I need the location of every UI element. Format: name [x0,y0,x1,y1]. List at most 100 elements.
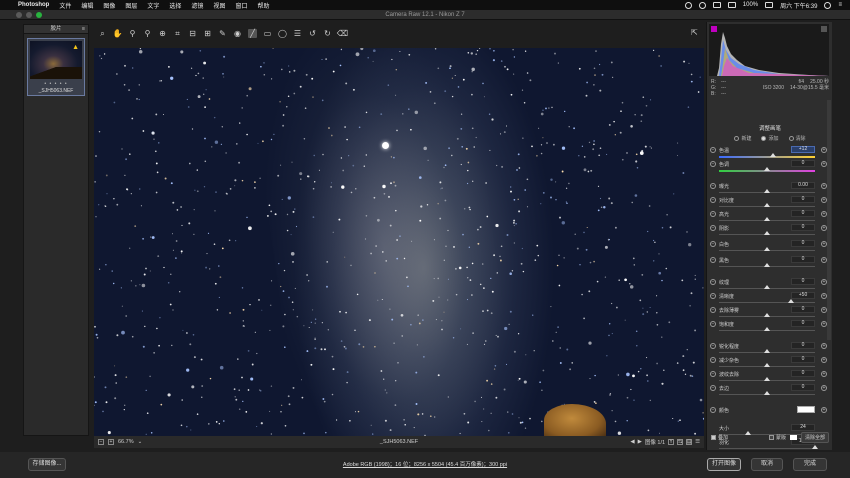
slider-value[interactable]: 0 [791,256,815,263]
menu-filter[interactable]: 滤镜 [191,1,203,10]
menu-layer[interactable]: 图层 [125,1,137,10]
zoom-in-button[interactable]: + [108,439,114,445]
slider-value[interactable]: 0.00 [791,182,815,189]
slider-thumb[interactable] [788,299,794,303]
mode-add[interactable]: 添加 [761,135,779,142]
straighten-icon[interactable]: ⊟ [188,29,197,38]
mask-checkbox[interactable]: 蒙版 [768,434,786,441]
siri-icon[interactable] [824,1,832,9]
filmstrip-menu-icon[interactable]: ≡ [82,25,85,34]
slider-thumb[interactable] [764,349,770,353]
slider-thumb[interactable] [764,327,770,331]
decrease-icon[interactable]: − [710,225,716,231]
slider-track[interactable] [719,156,815,158]
trash-icon[interactable]: ⌫ [337,29,348,38]
slider-value[interactable]: 24 [791,424,815,431]
mask-color-swatch[interactable] [789,435,797,440]
increase-icon[interactable]: + [821,343,827,349]
slider-thumb[interactable] [764,377,770,381]
slider-value[interactable]: 0 [791,196,815,203]
decrease-icon[interactable]: − [710,321,716,327]
slider-value[interactable]: +50 [791,292,815,299]
slider-thumb[interactable] [764,391,770,395]
slider-value[interactable]: 0 [791,240,815,247]
decrease-icon[interactable]: − [710,343,716,349]
menu-select[interactable]: 选择 [169,1,181,10]
menu-file[interactable]: 文件 [59,1,71,10]
decrease-icon[interactable]: − [710,257,716,263]
highlight-clipping-icon[interactable] [821,26,827,32]
status-icon-2[interactable] [698,1,706,9]
increase-icon[interactable]: + [821,357,827,363]
slider-value[interactable]: 0 [791,356,815,363]
overlay-checkbox[interactable]: 叠加 [711,434,728,441]
slider-track[interactable] [719,302,815,303]
swap-settings-icon[interactable]: ⇆ [677,439,684,445]
wifi-icon[interactable] [727,2,736,8]
menu-image[interactable]: 图像 [103,1,115,10]
slider-value[interactable]: 0 [791,306,815,313]
brush-pin[interactable] [382,142,389,149]
increase-icon[interactable]: + [821,385,827,391]
zoom-dropdown-icon[interactable]: ⌄ [138,439,143,445]
slider-thumb[interactable] [764,217,770,221]
panel-scrollbar[interactable] [827,100,831,340]
slider-thumb[interactable] [812,445,818,449]
slider-thumb[interactable] [764,285,770,289]
zoom-level[interactable]: 66.7% [118,439,134,445]
slider-value[interactable]: 0 [791,224,815,231]
menu-help[interactable]: 帮助 [257,1,269,10]
slider-value[interactable]: 0 [791,160,815,167]
photo-canvas[interactable] [94,48,704,436]
preferences-icon[interactable]: ☰ [293,29,302,38]
rotate-right-icon[interactable]: ↻ [323,29,332,38]
menu-edit[interactable]: 编辑 [81,1,93,10]
slider-thumb[interactable] [764,313,770,317]
graduated-filter-icon[interactable]: ▭ [263,29,272,38]
white-balance-icon[interactable]: ⚲ [128,29,137,38]
decrease-icon[interactable]: − [710,197,716,203]
copy-settings-icon[interactable]: ▤ [686,439,693,445]
app-menu[interactable]: Photoshop [18,2,49,8]
slider-thumb[interactable] [769,153,776,157]
transform-icon[interactable]: ⊞ [203,29,212,38]
slider-value[interactable]: 0 [791,278,815,285]
done-button[interactable]: 完成 [793,458,827,471]
prev-image-icon[interactable]: ◀ [630,439,634,445]
next-image-icon[interactable]: ▶ [638,439,642,445]
menu-window[interactable]: 窗口 [235,1,247,10]
decrease-icon[interactable]: − [710,357,716,363]
increase-icon[interactable]: + [821,371,827,377]
notification-icon[interactable]: ≡ [838,2,842,8]
crop-icon[interactable]: ⌗ [173,29,182,38]
slider-thumb[interactable] [764,167,770,171]
targeted-adjust-icon[interactable]: ⊕ [158,29,167,38]
decrease-icon[interactable]: − [710,307,716,313]
rotate-left-icon[interactable]: ↺ [308,29,317,38]
slider-track[interactable] [719,448,815,449]
decrease-icon[interactable]: − [710,407,716,413]
open-image-button[interactable]: 打开图像 [707,458,741,471]
red-eye-icon[interactable]: ◉ [233,29,242,38]
slider-value[interactable]: 0 [791,384,815,391]
clear-all-button[interactable]: 清除全部 [800,432,829,443]
decrease-icon[interactable]: − [710,371,716,377]
slider-thumb[interactable] [764,203,770,207]
decrease-icon[interactable]: − [710,385,716,391]
slider-value[interactable]: 0 [791,210,815,217]
fullscreen-icon[interactable]: ⇱ [691,28,701,37]
slider-thumb[interactable] [764,247,770,251]
rating-stars[interactable]: • • • • • [30,81,82,87]
color-sampler-icon[interactable]: ⚲ [143,29,152,38]
preview-prefs-icon[interactable]: ☰ [695,439,700,445]
slider-value[interactable]: 0 [791,320,815,327]
slider-thumb[interactable] [764,231,770,235]
cancel-button[interactable]: 取消 [751,458,783,471]
screen-icon[interactable] [712,2,721,8]
decrease-icon[interactable]: − [710,293,716,299]
slider-value[interactable]: +12 [791,146,815,153]
decrease-icon[interactable]: − [710,211,716,217]
decrease-icon[interactable]: − [710,147,716,153]
menu-type[interactable]: 文字 [147,1,159,10]
decrease-icon[interactable]: − [710,241,716,247]
